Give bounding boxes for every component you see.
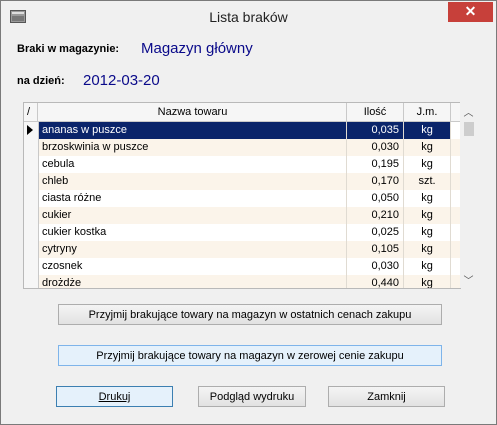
column-header-qty[interactable]: Ilość xyxy=(347,103,404,121)
cell-unit[interactable]: kg xyxy=(404,207,451,224)
close-button[interactable]: Zamknij xyxy=(328,386,445,407)
cell-qty[interactable]: 0,210 xyxy=(347,207,404,224)
row-indicator xyxy=(24,224,39,241)
table-row[interactable]: cytryny 0,105 kg xyxy=(24,241,460,258)
cell-qty[interactable]: 0,440 xyxy=(347,275,404,288)
date-value: 2012-03-20 xyxy=(83,72,160,89)
table-row[interactable]: czosnek 0,030 kg xyxy=(24,258,460,275)
cell-qty[interactable]: 0,030 xyxy=(347,258,404,275)
cell-qty[interactable]: 0,025 xyxy=(347,224,404,241)
cell-qty[interactable]: 0,035 xyxy=(347,122,404,139)
cell-qty[interactable]: 0,195 xyxy=(347,156,404,173)
column-header-unit[interactable]: J.m. xyxy=(404,103,451,121)
print-button-label: Drukuj xyxy=(98,391,131,403)
sort-indicator[interactable]: / xyxy=(24,103,38,121)
table-header: / Nazwa towaru Ilość J.m. xyxy=(24,103,460,122)
date-label: na dzień: xyxy=(17,75,65,87)
row-indicator xyxy=(24,139,39,156)
row-indicator xyxy=(24,207,39,224)
cell-qty[interactable]: 0,030 xyxy=(347,139,404,156)
warehouse-value: Magazyn główny xyxy=(141,40,253,57)
cell-name[interactable]: cukier xyxy=(39,207,347,224)
table-row[interactable]: ciasta różne 0,050 kg xyxy=(24,190,460,207)
cell-unit[interactable]: kg xyxy=(404,258,451,275)
current-row-arrow-icon xyxy=(27,125,33,135)
cell-name[interactable]: ciasta różne xyxy=(39,190,347,207)
table-row[interactable]: chleb 0,170 szt. xyxy=(24,173,460,190)
cell-unit[interactable]: kg xyxy=(404,156,451,173)
title-bar: Lista braków ✕ xyxy=(1,1,496,33)
cell-unit[interactable]: szt. xyxy=(404,173,451,190)
accept-zero-price-button[interactable]: Przyjmij brakujące towary na magazyn w z… xyxy=(58,345,442,366)
print-button[interactable]: Drukuj xyxy=(56,386,173,407)
cell-unit[interactable]: kg xyxy=(404,190,451,207)
vertical-scrollbar[interactable]: ︿ ﹀ xyxy=(460,102,477,288)
dialog-window: Lista braków ✕ Braki w magazynie: Magazy… xyxy=(0,0,497,425)
window-title: Lista braków xyxy=(209,9,288,25)
cell-name[interactable]: cukier kostka xyxy=(39,224,347,241)
row-indicator xyxy=(24,122,39,139)
row-indicator xyxy=(24,241,39,258)
cell-name[interactable]: chleb xyxy=(39,173,347,190)
print-preview-button-label: Podgląd wydruku xyxy=(209,391,295,403)
cell-unit[interactable]: kg xyxy=(404,224,451,241)
scrollbar-thumb[interactable] xyxy=(464,122,474,136)
print-preview-button[interactable]: Podgląd wydruku xyxy=(198,386,306,407)
close-button-label: Zamknij xyxy=(367,391,406,403)
scroll-down-icon[interactable]: ﹀ xyxy=(460,272,477,287)
warehouse-label: Braki w magazynie: xyxy=(17,43,120,55)
table-row[interactable]: ananas w puszce 0,035 kg xyxy=(24,122,460,139)
table-row[interactable]: brzoskwinia w puszce 0,030 kg xyxy=(24,139,460,156)
cell-unit[interactable]: kg xyxy=(404,275,451,288)
cell-name[interactable]: cebula xyxy=(39,156,347,173)
cell-name[interactable]: drożdże xyxy=(39,275,347,288)
table-row[interactable]: cukier kostka 0,025 kg xyxy=(24,224,460,241)
table-row[interactable]: drożdże 0,440 kg xyxy=(24,275,460,288)
table-row[interactable]: cukier 0,210 kg xyxy=(24,207,460,224)
cell-qty[interactable]: 0,050 xyxy=(347,190,404,207)
close-window-button[interactable]: ✕ xyxy=(448,2,493,22)
cell-unit[interactable]: kg xyxy=(404,241,451,258)
items-table[interactable]: / Nazwa towaru Ilość J.m. ananas w puszc… xyxy=(23,102,461,289)
row-indicator xyxy=(24,258,39,275)
scroll-up-icon[interactable]: ︿ xyxy=(460,104,477,119)
row-indicator xyxy=(24,173,39,190)
cell-name[interactable]: cytryny xyxy=(39,241,347,258)
cell-name[interactable]: ananas w puszce xyxy=(39,122,347,139)
cell-qty[interactable]: 0,170 xyxy=(347,173,404,190)
table-row[interactable]: cebula 0,195 kg xyxy=(24,156,460,173)
close-icon[interactable]: ✕ xyxy=(465,3,477,19)
cell-qty[interactable]: 0,105 xyxy=(347,241,404,258)
row-indicator xyxy=(24,190,39,207)
accept-last-prices-button[interactable]: Przyjmij brakujące towary na magazyn w o… xyxy=(58,304,442,325)
cell-name[interactable]: brzoskwinia w puszce xyxy=(39,139,347,156)
cell-unit[interactable]: kg xyxy=(404,139,451,156)
row-indicator xyxy=(24,275,39,288)
dialog-content: Braki w magazynie: Magazyn główny na dzi… xyxy=(8,32,489,417)
column-header-name[interactable]: Nazwa towaru xyxy=(39,103,347,121)
row-indicator xyxy=(24,156,39,173)
cell-name[interactable]: czosnek xyxy=(39,258,347,275)
cell-unit[interactable]: kg xyxy=(404,122,451,139)
